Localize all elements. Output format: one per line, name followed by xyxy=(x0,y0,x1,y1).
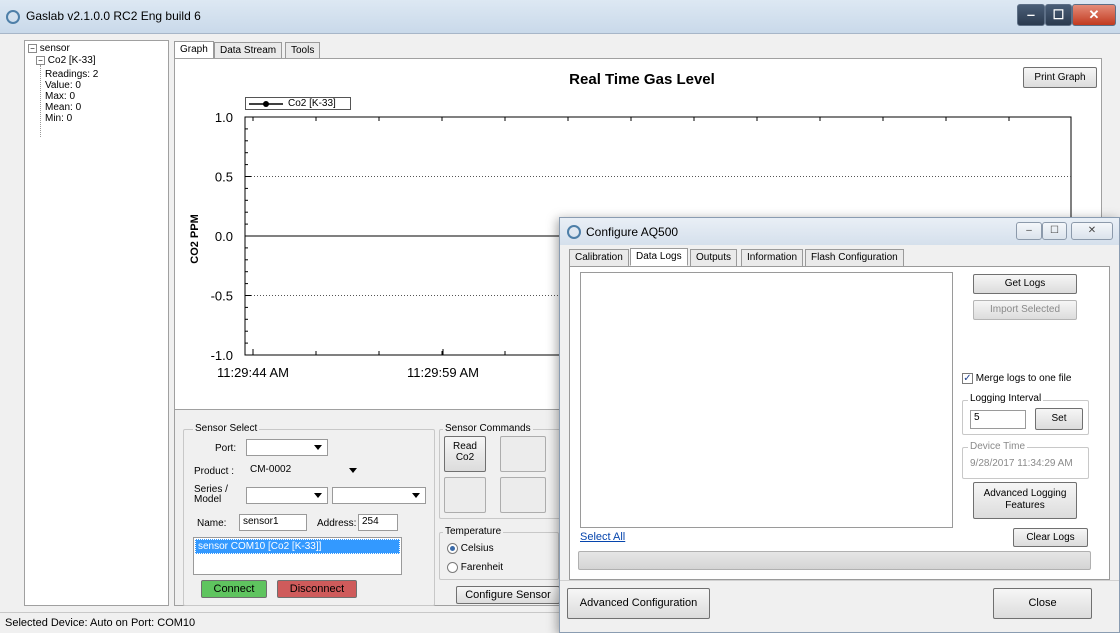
x-tick-label: 11:29:59 AM xyxy=(407,365,479,380)
temperature-legend: Temperature xyxy=(443,526,504,537)
print-graph-button[interactable]: Print Graph xyxy=(1023,67,1097,88)
dialog-title: Configure AQ500 xyxy=(586,225,679,239)
device-listbox[interactable]: sensor COM10 [Co2 [K-33]] xyxy=(193,537,402,575)
name-field[interactable]: sensor1 xyxy=(239,514,307,531)
series-model-label: Series / Model xyxy=(194,484,228,505)
product-dropdown[interactable]: CM-0002 xyxy=(246,462,366,479)
command-button-empty[interactable] xyxy=(500,436,546,472)
legend-series-label: Co2 [K-33] xyxy=(288,98,336,109)
farenheit-label: Farenheit xyxy=(460,562,504,574)
tree-item[interactable]: Max: 0 xyxy=(45,91,75,102)
command-button-empty[interactable] xyxy=(500,477,546,513)
clear-logs-button[interactable]: Clear Logs xyxy=(1013,528,1088,547)
port-dropdown[interactable] xyxy=(246,439,328,456)
celsius-label: Celsius xyxy=(460,543,494,555)
set-interval-button[interactable]: Set xyxy=(1035,408,1083,430)
disconnect-button[interactable]: Disconnect xyxy=(277,580,357,598)
address-label: Address: xyxy=(317,518,357,529)
farenheit-option[interactable]: Farenheit xyxy=(447,562,503,573)
collapse-icon[interactable]: − xyxy=(28,44,37,53)
tree-root-label: sensor xyxy=(39,43,70,54)
celsius-option[interactable]: Celsius xyxy=(447,543,494,554)
tree-device-label: Co2 [K-33] xyxy=(47,55,96,66)
chevron-down-icon xyxy=(349,468,357,473)
tree-item[interactable]: Mean: 0 xyxy=(45,102,81,113)
tree-root[interactable]: − sensor xyxy=(28,43,70,54)
logging-interval-field[interactable]: 5 xyxy=(970,410,1026,429)
gaslab-app-icon xyxy=(567,225,581,239)
tree-item[interactable]: Min: 0 xyxy=(45,113,72,124)
import-selected-button[interactable]: Import Selected xyxy=(973,300,1077,320)
status-text: Selected Device: Auto on Port: COM10 xyxy=(5,617,196,629)
chevron-down-icon xyxy=(412,493,420,498)
device-list-item-selected[interactable]: sensor COM10 [Co2 [K-33]] xyxy=(195,539,400,554)
product-value: CM-0002 xyxy=(250,464,292,475)
progress-bar xyxy=(578,551,1091,570)
dialog-maximize-button[interactable]: ☐ xyxy=(1042,222,1067,240)
series-dropdown[interactable] xyxy=(246,487,328,504)
main-window-title: Gaslab v2.1.0.0 RC2 Eng build 6 xyxy=(26,9,201,23)
chevron-down-icon xyxy=(314,445,322,450)
checkbox-checked-icon[interactable]: ✓ xyxy=(962,373,973,384)
radio-selected-icon[interactable] xyxy=(447,543,458,554)
dialog-title-bar: Configure AQ500 ‒ ☐ ✕ xyxy=(560,218,1119,245)
tab-graph[interactable]: Graph xyxy=(174,41,214,59)
select-all-link[interactable]: Select All xyxy=(580,531,625,543)
tree-item[interactable]: Readings: 2 xyxy=(45,69,98,80)
legend-line-marker-icon xyxy=(249,101,283,107)
close-dialog-button[interactable]: Close xyxy=(993,588,1092,619)
dialog-minimize-button[interactable]: ‒ xyxy=(1016,222,1042,240)
tab-data-logs[interactable]: Data Logs xyxy=(630,248,688,266)
radio-unselected-icon[interactable] xyxy=(447,562,458,573)
y-tick-label: 0.0 xyxy=(215,229,233,244)
merge-logs-option[interactable]: ✓ Merge logs to one file xyxy=(962,373,1071,384)
gaslab-app-icon xyxy=(6,10,20,24)
sensor-tree[interactable]: − sensor − Co2 [K-33] Readings: 2 Value:… xyxy=(24,40,169,606)
tab-flash-configuration[interactable]: Flash Configuration xyxy=(805,249,904,267)
connect-button[interactable]: Connect xyxy=(201,580,267,598)
advanced-logging-button[interactable]: Advanced Logging Features xyxy=(973,482,1077,519)
address-field[interactable]: 254 xyxy=(358,514,398,531)
configure-sensor-button[interactable]: Configure Sensor xyxy=(456,586,560,604)
main-title-bar: Gaslab v2.1.0.0 RC2 Eng build 6 ‒ ☐ ✕ xyxy=(0,0,1120,34)
maximize-button[interactable]: ☐ xyxy=(1045,4,1072,26)
tab-outputs[interactable]: Outputs xyxy=(690,249,738,267)
minimize-button[interactable]: ‒ xyxy=(1017,4,1045,26)
command-button-empty[interactable] xyxy=(444,477,486,513)
close-button[interactable]: ✕ xyxy=(1072,4,1116,26)
name-label: Name: xyxy=(197,518,227,529)
port-label: Port: xyxy=(215,443,237,454)
y-tick-label: -1.0 xyxy=(211,348,233,363)
chevron-down-icon xyxy=(314,493,322,498)
y-axis-label: CO2 PPM xyxy=(189,214,201,264)
y-tick-label: -0.5 xyxy=(211,289,233,304)
read-co2-button[interactable]: Read Co2 xyxy=(444,436,486,472)
device-time-value: 9/28/2017 11:34:29 AM xyxy=(970,458,1073,469)
tab-information[interactable]: Information xyxy=(741,249,804,267)
dialog-close-icon[interactable]: ✕ xyxy=(1071,222,1113,240)
y-tick-label: 1.0 xyxy=(215,110,233,125)
logging-interval-legend: Logging Interval xyxy=(968,393,1044,404)
tree-item[interactable]: Value: 0 xyxy=(45,80,81,91)
get-logs-button[interactable]: Get Logs xyxy=(973,274,1077,294)
x-tick-label: 11:29:44 AM xyxy=(217,365,289,380)
y-tick-label: 0.5 xyxy=(215,170,233,185)
tree-device[interactable]: − Co2 [K-33] xyxy=(36,55,96,66)
advanced-configuration-button[interactable]: Advanced Configuration xyxy=(567,588,710,619)
sensor-select-legend: Sensor Select xyxy=(193,423,260,434)
sensor-commands-legend: Sensor Commands xyxy=(443,423,533,434)
configure-dialog: Configure AQ500 ‒ ☐ ✕ Calibration Data L… xyxy=(559,217,1120,633)
product-label: Product : xyxy=(194,466,235,477)
merge-logs-label: Merge logs to one file xyxy=(975,373,1072,385)
chart-title: Real Time Gas Level xyxy=(569,71,715,88)
tab-calibration[interactable]: Calibration xyxy=(569,249,629,267)
model-dropdown[interactable] xyxy=(332,487,426,504)
collapse-icon[interactable]: − xyxy=(36,56,45,65)
chart-legend: Co2 [K-33] xyxy=(245,97,351,110)
device-time-legend: Device Time xyxy=(968,441,1028,452)
logs-listbox[interactable] xyxy=(580,272,953,528)
